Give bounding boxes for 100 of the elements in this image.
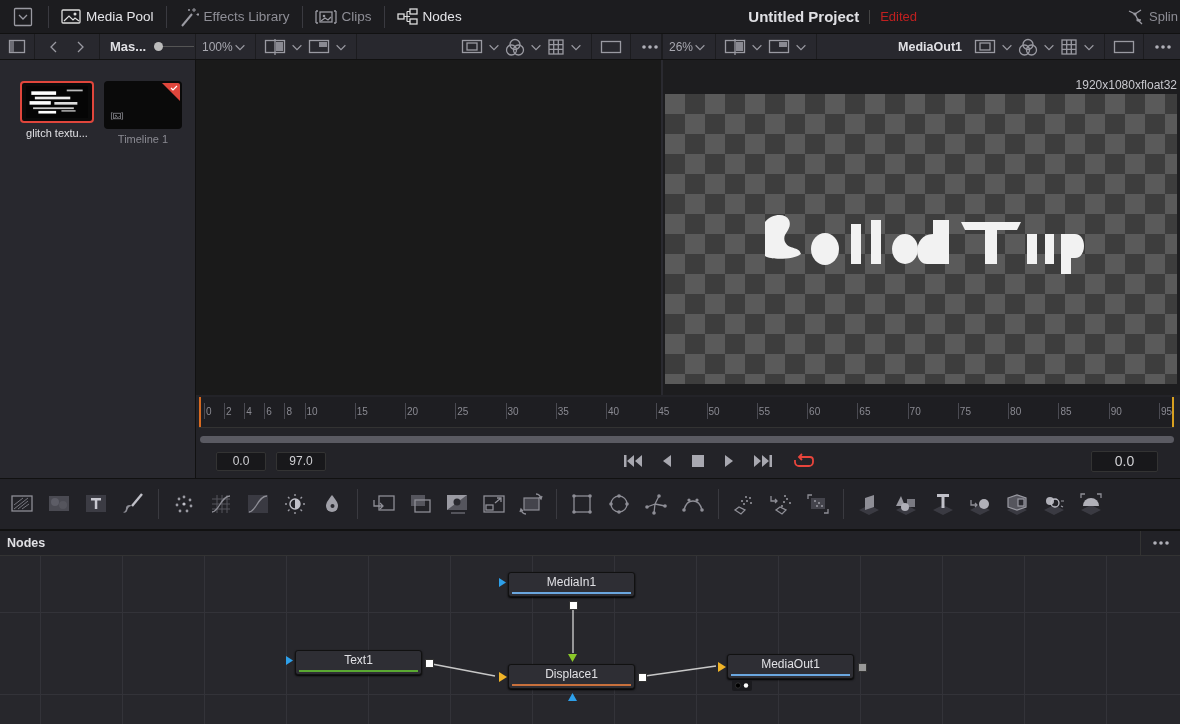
tick-label: 50 <box>708 406 720 417</box>
dome-3d-icon[interactable] <box>1079 492 1103 516</box>
graph-node[interactable]: Displace1 <box>508 664 635 689</box>
tick-label: 95 <box>1160 406 1172 417</box>
workspace-tab[interactable]: Effects Library <box>178 6 290 27</box>
graph-node[interactable]: MediaIn1 <box>508 572 635 597</box>
time-ruler[interactable]: 0 2 4 6 8 10 15 20 25 30 35 40 45 50 55 60 65 70 75 80 85 90 95 <box>199 397 1174 428</box>
layers-icon[interactable] <box>408 492 432 516</box>
polyline-icon[interactable] <box>644 492 668 516</box>
flag-icon <box>162 83 180 101</box>
tick-label: 80 <box>1010 406 1022 417</box>
thumbnail-size-slider[interactable] <box>154 40 195 53</box>
connector-line <box>431 663 496 677</box>
project-title: Untitled Project <box>748 8 860 25</box>
input-triangle-icon[interactable] <box>718 662 726 672</box>
window-icon <box>768 38 791 55</box>
tick-label: 60 <box>809 406 821 417</box>
tick-label: 40 <box>608 406 620 417</box>
rotate-frame-icon[interactable] <box>519 492 543 516</box>
tick-label: 20 <box>407 406 419 417</box>
current-time-field[interactable]: 0.0 <box>1091 450 1158 472</box>
brush-icon[interactable] <box>121 492 145 516</box>
tick-label: 35 <box>557 406 569 417</box>
tick-label: 8 <box>286 406 292 417</box>
clip-thumbnail[interactable] <box>104 81 182 129</box>
rectangle-icon[interactable] <box>570 492 594 516</box>
tick-label: 65 <box>859 406 871 417</box>
end-time-field[interactable]: 97.0 <box>276 451 326 471</box>
more-icon <box>1152 541 1169 545</box>
wand-icon <box>178 6 199 27</box>
node-graph[interactable]: MediaIn1 Text1 Displace1 MediaOut1 <box>0 556 1180 724</box>
workspace-tab[interactable]: Media Pool <box>61 7 154 26</box>
tick-label: 30 <box>507 406 519 417</box>
viewer-node-name: MediaOut1 <box>898 39 962 54</box>
curve-grid-icon[interactable] <box>209 492 233 516</box>
tick-label: 75 <box>959 406 971 417</box>
tick-label: 10 <box>306 406 318 417</box>
bin-name: Mas... <box>110 39 147 54</box>
image-icon <box>61 7 81 26</box>
tick-label: 45 <box>658 406 670 417</box>
workspace-tab[interactable]: Nodes <box>396 7 462 26</box>
curve-icon[interactable] <box>246 492 270 516</box>
plane-3d-icon[interactable] <box>857 492 881 516</box>
input-triangle-icon[interactable] <box>568 654 577 662</box>
zoom-dropdown[interactable]: 26% <box>669 39 708 54</box>
output-port[interactable] <box>425 659 434 668</box>
tick-label: 90 <box>1110 406 1122 417</box>
tick-label: 2 <box>226 406 232 417</box>
split-view-icon <box>724 38 747 55</box>
graph-node[interactable]: Text1 <box>295 650 422 675</box>
end-marker[interactable] <box>1172 397 1174 427</box>
chevron-box-icon <box>13 6 33 27</box>
workspace-tab[interactable]: Clips <box>314 7 372 26</box>
circle-icon[interactable] <box>607 492 631 516</box>
tick-label: 70 <box>909 406 921 417</box>
workspace-tab[interactable]: Splin <box>1127 6 1178 27</box>
graph-node[interactable]: MediaOut1 <box>727 654 854 679</box>
input-triangle-icon[interactable] <box>499 578 506 587</box>
playhead-marker[interactable] <box>199 397 201 427</box>
more-icon <box>1155 44 1171 49</box>
clip-thumbnail[interactable] <box>20 81 94 123</box>
clips-icon <box>314 7 337 26</box>
tick-label: 0 <box>206 406 212 417</box>
window-icon <box>307 38 330 55</box>
panel-title: Nodes <box>6 536 46 550</box>
tick-label: 85 <box>1060 406 1072 417</box>
input-triangle-icon[interactable] <box>568 693 577 701</box>
tick-label: 4 <box>246 406 252 417</box>
circles-icon <box>505 37 525 56</box>
tick-label: 6 <box>266 406 272 417</box>
clip-name: glitch textu... <box>26 127 88 139</box>
particles-frame-icon[interactable] <box>806 492 830 516</box>
mask-icon[interactable] <box>445 492 469 516</box>
resolution-label: 1920x1080xfloat32 <box>1075 78 1177 92</box>
start-time-field[interactable]: 0.0 <box>216 451 266 471</box>
tick-label: 55 <box>758 406 770 417</box>
more-icon <box>642 44 658 49</box>
view-indicator-icon[interactable] <box>732 680 752 691</box>
output-port[interactable] <box>569 601 578 610</box>
tick-label: 25 <box>457 406 469 417</box>
input-triangle-icon[interactable] <box>499 672 507 682</box>
circles-icon <box>1018 37 1038 56</box>
output-port[interactable] <box>638 673 647 682</box>
sun-icon[interactable] <box>283 492 307 516</box>
input-triangle-icon[interactable] <box>286 656 293 665</box>
grid-icon <box>547 37 565 56</box>
clip-name: Timeline 1 <box>117 133 169 145</box>
connector-line <box>572 607 574 654</box>
grid-icon <box>1060 37 1078 56</box>
frame-icon <box>461 38 483 55</box>
particles-arrow-icon[interactable] <box>769 492 793 516</box>
frame-icon <box>974 38 996 55</box>
camera-3d-icon[interactable] <box>1005 492 1029 516</box>
split-view-icon <box>263 38 286 55</box>
resize-icon[interactable] <box>482 492 506 516</box>
nodes-icon <box>396 7 418 26</box>
zoom-dropdown[interactable]: 100% <box>202 39 247 54</box>
sidebar-icon <box>8 38 26 55</box>
text-3d-icon[interactable] <box>931 492 955 516</box>
tick-label: 15 <box>356 406 368 417</box>
